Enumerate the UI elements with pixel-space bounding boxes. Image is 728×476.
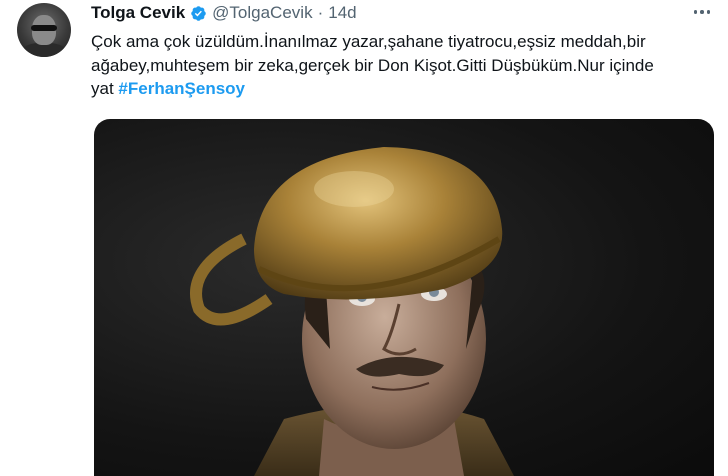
avatar-body — [21, 43, 67, 57]
hashtag-link[interactable]: #FerhanŞensoy — [118, 79, 245, 98]
tweet-text-line-last: yat #FerhanŞensoy — [91, 77, 716, 101]
photo-portrait — [190, 147, 514, 476]
tweet-header: Tolga Cevik @TolgaCevik · 14d — [91, 2, 357, 24]
more-dot — [700, 10, 704, 14]
tweet-photo[interactable] — [94, 119, 714, 476]
tweet-text-line: ağabey,muhteşem bir zeka,gerçek bir Don … — [91, 55, 654, 75]
author-name[interactable]: Tolga Cevik — [91, 3, 185, 23]
tweet-text-fragment: yat — [91, 79, 119, 98]
author-handle[interactable]: @TolgaCevik — [212, 3, 312, 23]
separator-dot: · — [317, 3, 324, 22]
tweet-text: Çok ama çok üzüldüm.İnanılmaz yazar,şaha… — [91, 30, 716, 101]
verified-badge-icon — [190, 5, 207, 22]
avatar-sunglasses — [31, 25, 57, 31]
tweet-text-line: Çok ama çok üzüldüm.İnanılmaz yazar,şaha… — [91, 32, 646, 51]
more-options-icon[interactable] — [690, 4, 714, 20]
more-dot — [706, 10, 711, 14]
author-avatar[interactable] — [17, 3, 71, 57]
more-dot — [693, 10, 698, 14]
tweet-timestamp[interactable]: 14d — [328, 3, 356, 23]
